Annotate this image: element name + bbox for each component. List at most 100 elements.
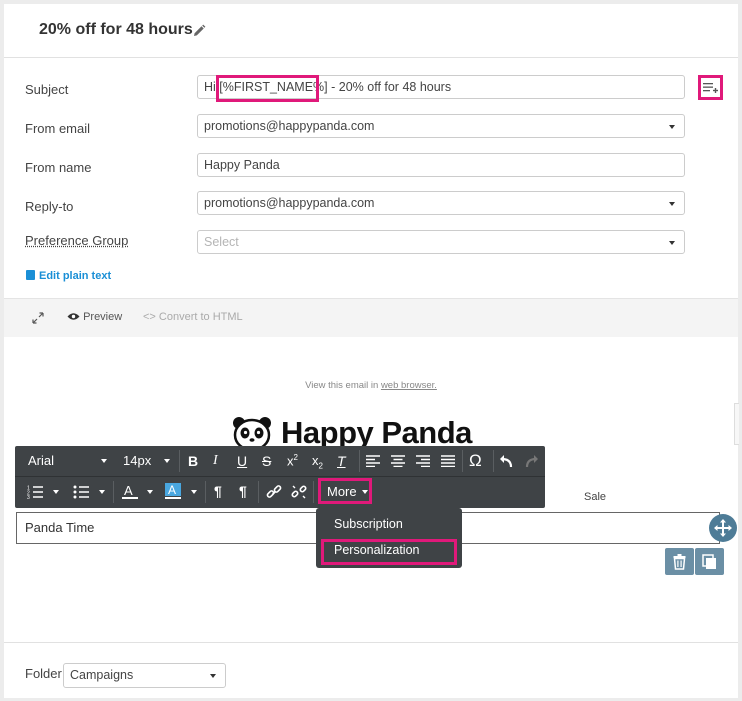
special-characters-icon[interactable]: Ω <box>469 451 482 471</box>
toolbar-row-2: 123 A A ¶ ¶ <box>15 477 545 507</box>
unlink-icon[interactable] <box>291 485 307 499</box>
svg-text:3: 3 <box>27 495 30 499</box>
chevron-down-icon <box>669 125 675 129</box>
from-email-label: From email <box>25 121 91 136</box>
view-in-browser-line: View this email in web browser. <box>4 380 738 391</box>
text-color-icon[interactable]: A <box>122 483 138 500</box>
insert-variable-icon <box>703 83 718 93</box>
divider <box>493 450 494 472</box>
bullet-list-icon[interactable] <box>73 485 89 499</box>
edit-plain-text-label: Edit plain text <box>39 270 112 282</box>
reply-to-label: Reply-to <box>25 199 74 214</box>
title-bar: 20% off for 48 hours <box>4 4 738 58</box>
subject-label: Subject <box>25 82 69 97</box>
preference-group-placeholder: Select <box>204 235 239 249</box>
clear-format-icon[interactable]: T <box>337 453 346 469</box>
reply-to-value: promotions@happypanda.com <box>204 196 375 210</box>
preference-group-select[interactable]: Select <box>197 230 685 254</box>
align-right-icon[interactable] <box>416 455 430 467</box>
font-size-select[interactable]: 14px <box>123 453 151 468</box>
reply-to-select[interactable]: promotions@happypanda.com <box>197 191 685 215</box>
duplicate-block-button[interactable] <box>695 548 724 575</box>
text-block-content[interactable]: Panda Time <box>25 520 94 535</box>
move-handle-icon[interactable] <box>709 514 737 542</box>
view-prefix: View this email in <box>305 380 381 391</box>
menu-item-personalization[interactable]: Personalization <box>334 543 419 557</box>
chevron-down-icon[interactable] <box>164 459 170 463</box>
chevron-down-icon[interactable] <box>99 490 105 494</box>
from-email-value: promotions@happypanda.com <box>204 119 375 133</box>
editor-tools-bar: Preview <> Convert to HTML <box>4 298 738 338</box>
expand-icon[interactable] <box>32 312 44 324</box>
divider <box>205 481 206 503</box>
chevron-down-icon[interactable] <box>147 490 153 494</box>
rich-text-toolbar: Arial 14px B I U S x2 x2 T Ω 123 A A ¶ ¶ <box>15 446 545 508</box>
preference-group-label: Preference Group <box>25 233 129 248</box>
chevron-down-icon <box>210 674 216 678</box>
footer: Folder Campaigns <box>4 642 738 698</box>
from-name-value: Happy Panda <box>204 158 280 172</box>
divider <box>179 450 180 472</box>
arrows-move-icon <box>714 519 732 537</box>
background-color-icon[interactable]: A <box>165 483 181 500</box>
undo-icon[interactable] <box>499 454 514 468</box>
divider <box>359 450 360 472</box>
subject-token-highlight <box>216 75 319 102</box>
chevron-down-icon <box>362 490 368 494</box>
delete-block-button[interactable] <box>665 548 694 575</box>
sale-text: Sale <box>584 491 607 503</box>
align-left-icon[interactable] <box>366 455 380 467</box>
convert-label: Convert to HTML <box>158 311 243 323</box>
eye-icon <box>67 313 80 320</box>
redo-icon[interactable] <box>524 454 539 468</box>
from-email-select[interactable]: promotions@happypanda.com <box>197 114 685 138</box>
italic-icon[interactable]: I <box>213 453 218 469</box>
strikethrough-icon[interactable]: S <box>262 453 271 469</box>
menu-item-subscription[interactable]: Subscription <box>334 517 403 531</box>
paragraph-rtl-icon[interactable]: ¶ <box>239 483 247 499</box>
chevron-down-icon <box>669 202 675 206</box>
from-name-label: From name <box>25 160 92 175</box>
pencil-icon[interactable] <box>192 24 206 38</box>
font-family-select[interactable]: Arial <box>28 453 54 468</box>
from-name-input[interactable]: Happy Panda <box>197 153 685 177</box>
divider <box>313 481 314 503</box>
subject-suffix: - 20% off for 48 hours <box>327 80 452 94</box>
page-title: 20% off for 48 hours <box>39 21 193 38</box>
divider <box>258 481 259 503</box>
folder-value: Campaigns <box>70 668 134 682</box>
chevron-down-icon[interactable] <box>101 459 107 463</box>
subscript-icon[interactable]: x2 <box>312 453 323 471</box>
chevron-down-icon <box>669 241 675 245</box>
align-center-icon[interactable] <box>391 455 405 467</box>
divider <box>462 450 463 472</box>
code-icon: <> <box>143 311 156 323</box>
chevron-down-icon[interactable] <box>191 490 197 494</box>
more-label: More <box>327 484 357 499</box>
chevron-down-icon[interactable] <box>53 490 59 494</box>
web-browser-link[interactable]: web browser. <box>381 380 437 391</box>
align-justify-icon[interactable] <box>441 455 455 467</box>
paragraph-ltr-icon[interactable]: ¶ <box>214 483 222 499</box>
superscript-icon[interactable]: x2 <box>287 453 298 468</box>
trash-icon <box>673 554 686 570</box>
underline-icon[interactable]: U <box>237 453 247 469</box>
more-button[interactable]: More <box>318 478 372 504</box>
folder-label: Folder <box>25 666 62 681</box>
preview-label: Preview <box>83 311 123 323</box>
folder-select[interactable]: Campaigns <box>63 663 226 688</box>
bold-icon[interactable]: B <box>188 453 198 469</box>
document-icon <box>26 270 35 280</box>
convert-to-html-button[interactable]: <> Convert to HTML <box>143 311 243 323</box>
more-dropdown-menu: Subscription Personalization <box>316 508 462 568</box>
toolbar-row-1: Arial 14px B I U S x2 x2 T Ω <box>15 446 545 476</box>
preview-button[interactable]: Preview <box>67 311 122 323</box>
edit-plain-text-link[interactable]: Edit plain text <box>26 270 111 282</box>
scrollbar-edge[interactable] <box>734 403 739 445</box>
insert-variable-button[interactable] <box>698 75 723 100</box>
copy-icon <box>702 554 716 569</box>
campaign-editor-card: 20% off for 48 hours Subject Hi [%FIRST_… <box>4 4 738 698</box>
link-icon[interactable] <box>266 485 282 499</box>
ordered-list-icon[interactable]: 123 <box>27 485 43 499</box>
divider <box>113 481 114 503</box>
